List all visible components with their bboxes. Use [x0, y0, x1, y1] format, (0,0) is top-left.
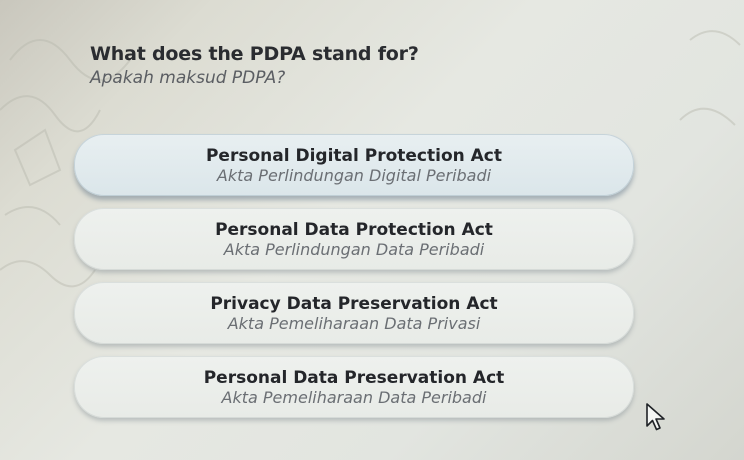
answer-option-label: Personal Data Protection Act	[215, 219, 493, 240]
mouse-pointer-icon	[646, 403, 665, 431]
answer-option-4[interactable]: Personal Data Preservation Act Akta Peme…	[74, 356, 634, 418]
question-title: What does the PDPA stand for?	[90, 43, 419, 65]
answer-option-translation: Akta Perlindungan Data Peribadi	[223, 239, 485, 259]
answer-option-translation: Akta Pemeliharaan Data Peribadi	[221, 387, 487, 407]
answer-option-label: Personal Digital Protection Act	[205, 145, 503, 166]
answer-option-3[interactable]: Privacy Data Preservation Act Akta Pemel…	[74, 282, 634, 344]
answer-option-translation: Akta Perlindungan Digital Peribadi	[216, 165, 492, 185]
question-header: What does the PDPA stand for? Apakah mak…	[90, 42, 419, 89]
answer-option-label: Personal Data Preservation Act	[203, 367, 505, 388]
answer-option-1[interactable]: Personal Digital Protection Act Akta Per…	[74, 134, 634, 196]
answer-option-label: Privacy Data Preservation Act	[210, 293, 498, 314]
answer-option-2[interactable]: Personal Data Protection Act Akta Perlin…	[74, 208, 634, 270]
question-subtitle: Apakah maksud PDPA?	[90, 68, 286, 88]
answer-option-translation: Akta Pemeliharaan Data Privasi	[227, 313, 481, 333]
answer-options: Personal Digital Protection Act Akta Per…	[74, 134, 634, 430]
